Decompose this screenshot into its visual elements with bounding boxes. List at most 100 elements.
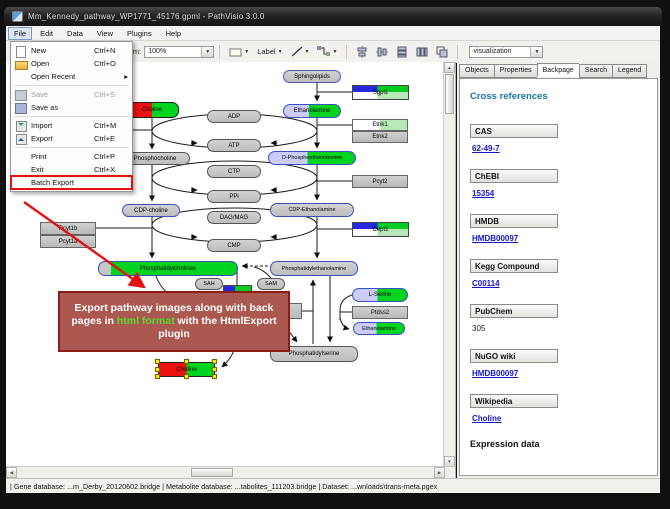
vertical-scroll-thumb[interactable] xyxy=(445,74,454,114)
stack-horizontal-button[interactable] xyxy=(413,44,431,60)
xref-link[interactable]: HMDB00097 xyxy=(472,369,518,378)
title-bar[interactable]: Mm_Kennedy_pathway_WP1771_45176.gpml - P… xyxy=(4,7,662,26)
node-dag-mag[interactable]: DAG/MAG xyxy=(207,211,261,224)
node-pcyt1a[interactable]: Pcyt1a xyxy=(40,235,96,248)
connector-tool-button[interactable]: ▼ xyxy=(314,44,340,59)
chevron-down-icon[interactable]: ▼ xyxy=(244,49,249,55)
tab-search[interactable]: Search xyxy=(579,64,612,78)
xref-section-cas: CAS62-49-7 xyxy=(470,124,649,156)
zoom-value: 100% xyxy=(148,48,166,55)
node-ethanolamine-bottom[interactable]: Ethanolamine xyxy=(353,322,405,335)
file-menu-item-export[interactable]: ExportCtrl+E xyxy=(11,132,132,145)
scroll-right-button[interactable]: ▶ xyxy=(434,467,445,478)
node-phosphatidylcholines[interactable]: Phosphatidylcholines xyxy=(98,261,238,276)
node-etnk1[interactable]: Etnk1 xyxy=(352,119,408,131)
chevron-down-icon[interactable]: ▼ xyxy=(332,49,337,55)
scroll-up-button[interactable]: ▲ xyxy=(444,62,455,73)
canvas-horizontal-scrollbar[interactable]: ◀ ▶ xyxy=(6,466,456,478)
node-o-phosphoethanolamine[interactable]: O-Phosphoethanolamine xyxy=(268,151,356,165)
chevron-down-icon[interactable]: ▼ xyxy=(278,49,283,55)
file-menu-item-print[interactable]: PrintCtrl+P xyxy=(11,150,132,163)
line-tool-button[interactable]: ▼ xyxy=(288,44,313,59)
file-menu-item-batch-export[interactable]: Batch Export xyxy=(11,176,132,189)
chevron-down-icon[interactable]: ▼ xyxy=(530,47,542,57)
file-menu-item-new[interactable]: NewCtrl+N xyxy=(11,44,132,57)
tab-legend[interactable]: Legend xyxy=(612,64,647,78)
xref-link[interactable]: 62-49-7 xyxy=(472,144,500,153)
xref-link[interactable]: Choline xyxy=(472,414,501,423)
scroll-left-button[interactable]: ◀ xyxy=(6,467,17,478)
node-sphingolipids[interactable]: Sphingolipids xyxy=(283,70,341,83)
selection-handle[interactable] xyxy=(155,359,160,364)
node-choline-top[interactable]: Choline xyxy=(125,102,179,118)
file-menu-item-save-as[interactable]: Save as xyxy=(11,101,132,114)
node-ethanolamine[interactable]: Ethanolamine xyxy=(283,104,341,118)
node-sah[interactable]: SAH xyxy=(195,278,223,290)
selection-handle[interactable] xyxy=(212,374,217,379)
menu-help[interactable]: Help xyxy=(160,27,187,40)
node-adp[interactable]: ADP xyxy=(207,110,261,123)
node-l-serine[interactable]: L-Serine xyxy=(352,288,408,302)
selection-handle[interactable] xyxy=(212,367,217,372)
node-cept1[interactable]: Cept1 xyxy=(352,222,409,237)
node-cmp[interactable]: CMP xyxy=(207,239,261,252)
stack-vertical-button[interactable] xyxy=(393,44,411,60)
align-center-button[interactable] xyxy=(353,44,371,60)
node-phosphatidylethanolamine[interactable]: Phosphatidylethanolamine xyxy=(270,261,358,276)
xref-value: 305 xyxy=(472,324,485,333)
file-menu-item-open-recent[interactable]: Open Recent▸ xyxy=(11,70,132,83)
node-sam[interactable]: SAM xyxy=(257,278,285,290)
callout-text: Export pathway images along with back pa… xyxy=(64,302,284,341)
node-etnk2[interactable]: Etnk2 xyxy=(352,131,408,143)
node-ctp[interactable]: CTP xyxy=(207,165,261,178)
node-atp[interactable]: ATP xyxy=(207,139,261,152)
node-cdp-choline[interactable]: CDP-choline xyxy=(122,204,180,217)
file-menu-item-exit[interactable]: ExitCtrl+X xyxy=(11,163,132,176)
chevron-down-icon[interactable]: ▼ xyxy=(201,47,213,57)
xref-link[interactable]: HMDB00097 xyxy=(472,234,518,243)
horizontal-scroll-thumb[interactable] xyxy=(191,468,233,477)
menu-file[interactable]: File xyxy=(8,27,32,40)
blank-icon xyxy=(14,72,27,82)
node-ppi[interactable]: PPi xyxy=(207,190,261,203)
menu-bar: FileEditDataViewPluginsHelp xyxy=(6,26,660,41)
selection-handle[interactable] xyxy=(184,374,189,379)
selection-handle[interactable] xyxy=(212,359,217,364)
node-ptdss2[interactable]: Ptdss2 xyxy=(352,306,408,319)
file-menu-item-save[interactable]: SaveCtrl+S xyxy=(11,88,132,101)
tab-objects[interactable]: Objects xyxy=(459,64,494,78)
xref-link[interactable]: C00114 xyxy=(472,279,500,288)
xref-link[interactable]: 15354 xyxy=(472,189,494,198)
align-middle-button[interactable] xyxy=(373,44,391,60)
node-sgpl1[interactable]: Sgpl1 xyxy=(352,85,409,100)
menu-data[interactable]: Data xyxy=(61,27,89,40)
annotation-callout: Export pathway images along with back pa… xyxy=(58,291,290,352)
node-pcyt2[interactable]: Pcyt2 xyxy=(352,175,408,188)
selection-handle[interactable] xyxy=(155,374,160,379)
status-text: | Gene database: ...m_Derby_20120602.bri… xyxy=(10,482,437,491)
file-menu-item-import[interactable]: ImportCtrl+M xyxy=(11,119,132,132)
label-tool-button[interactable]: Label ▼ xyxy=(254,45,285,58)
datanode-tool-button[interactable]: ▼ xyxy=(226,45,252,59)
menu-item-shortcut: Ctrl+X xyxy=(94,165,128,174)
chevron-down-icon[interactable]: ▼ xyxy=(305,49,310,55)
tab-properties[interactable]: Properties xyxy=(494,64,537,78)
menu-item-label: Open xyxy=(31,59,94,68)
node-pcyt1b[interactable]: Pcyt1b xyxy=(40,222,96,235)
menu-edit[interactable]: Edit xyxy=(34,27,59,40)
selection-handle[interactable] xyxy=(155,367,160,372)
file-menu-item-open[interactable]: OpenCtrl+O xyxy=(11,57,132,70)
label-tool-text: Label xyxy=(257,47,275,56)
menu-view[interactable]: View xyxy=(91,27,119,40)
node-cdp-ethanolamine[interactable]: CDP-Ethanolamine xyxy=(270,203,354,217)
tab-backpage[interactable]: Backpage xyxy=(537,63,579,77)
selection-handle[interactable] xyxy=(184,359,189,364)
canvas-vertical-scrollbar[interactable]: ▲ ▼ xyxy=(443,62,455,467)
common-size-button[interactable] xyxy=(433,44,451,60)
zoom-combobox[interactable]: 100% ▼ xyxy=(144,46,214,58)
visualization-combobox[interactable]: visualization ▼ xyxy=(469,46,543,58)
connector-icon xyxy=(317,46,330,57)
backpage-panel[interactable]: Cross references CAS62-49-7ChEBI15354HMD… xyxy=(459,78,658,476)
menu-plugins[interactable]: Plugins xyxy=(121,27,158,40)
menu-item-label: Exit xyxy=(31,165,94,174)
